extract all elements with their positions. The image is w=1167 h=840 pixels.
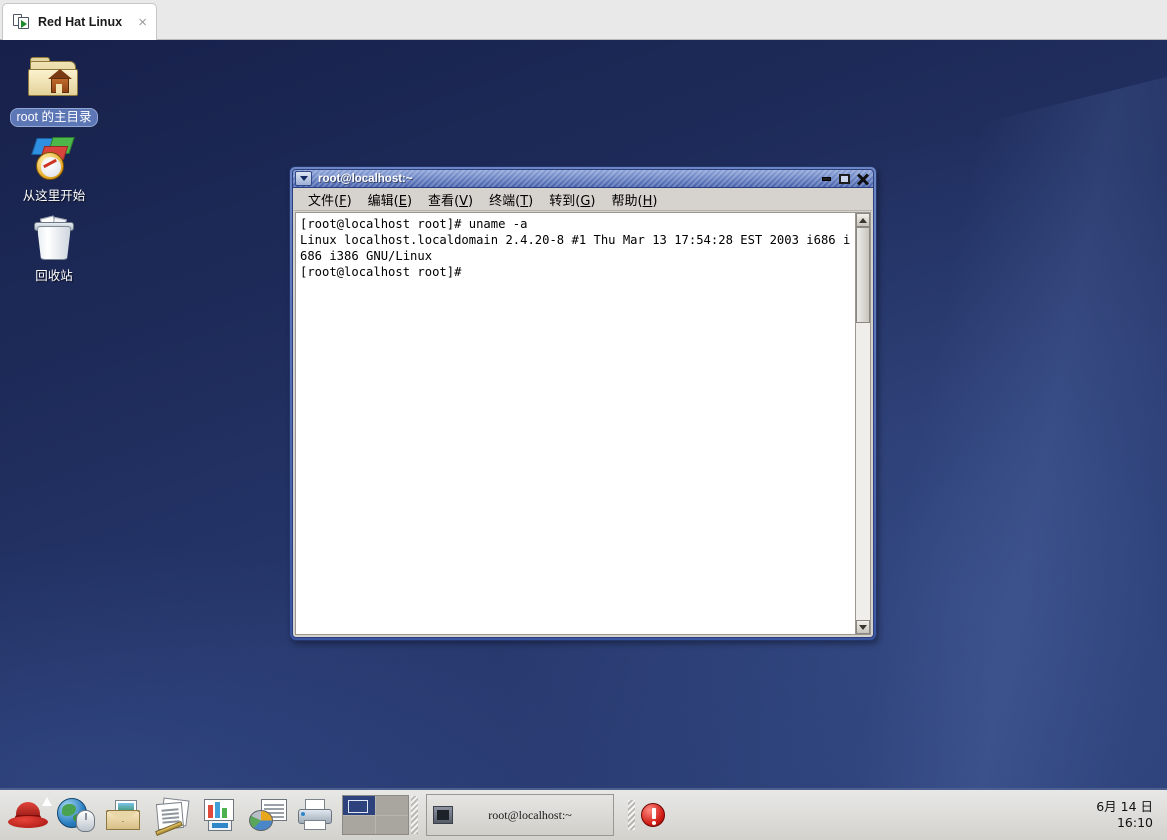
terminal-title: root@localhost:~ bbox=[318, 172, 413, 185]
desktop-icon-label: 回收站 bbox=[35, 269, 73, 283]
spreadsheet-pie-icon bbox=[249, 799, 287, 831]
web-browser-icon bbox=[57, 798, 95, 832]
presentation-chart-icon bbox=[202, 799, 238, 831]
terminal-icon bbox=[433, 806, 453, 824]
terminal-menu-bar: 文件(F) 编辑(E) 查看(V) 终端(T) 转到(G) 帮助(H) bbox=[294, 189, 872, 211]
menu-edit[interactable]: 编辑(E) bbox=[360, 188, 420, 211]
launcher-web-browser[interactable] bbox=[52, 792, 100, 838]
terminal-content: [root@localhost root]# uname -a Linux lo… bbox=[295, 212, 871, 635]
chevron-down-icon[interactable] bbox=[295, 171, 312, 186]
trash-icon bbox=[0, 215, 108, 265]
browser-tab-bar: Red Hat Linux × bbox=[0, 0, 1167, 40]
clock[interactable]: 6月 14 日 16:10 bbox=[1096, 799, 1163, 831]
folder-home-icon bbox=[0, 55, 108, 105]
scrollbar-thumb[interactable] bbox=[856, 227, 870, 323]
launcher-spreadsheet[interactable] bbox=[244, 792, 292, 838]
menu-terminal[interactable]: 终端(T) bbox=[481, 188, 541, 211]
launcher-print-manager[interactable] bbox=[292, 792, 340, 838]
tab-title: Red Hat Linux bbox=[38, 15, 123, 29]
tray-grip[interactable] bbox=[628, 800, 635, 830]
terminal-screen[interactable]: [root@localhost root]# uname -a Linux lo… bbox=[296, 213, 855, 634]
menu-go[interactable]: 转到(G) bbox=[541, 188, 603, 211]
menu-help[interactable]: 帮助(H) bbox=[604, 188, 666, 211]
workspace-switcher[interactable] bbox=[342, 795, 409, 835]
email-icon bbox=[105, 800, 143, 830]
panel-grip[interactable] bbox=[411, 796, 418, 834]
clock-date: 6月 14 日 bbox=[1096, 799, 1153, 814]
terminal-title-bar[interactable]: root@localhost:~ bbox=[292, 169, 874, 188]
desktop-icon-home-folder[interactable]: root 的主目录 bbox=[0, 55, 108, 127]
desktop-icon-label: root 的主目录 bbox=[10, 108, 98, 127]
scrollbar-track[interactable] bbox=[856, 227, 870, 620]
vm-window-icon bbox=[13, 13, 31, 31]
close-icon[interactable]: × bbox=[135, 13, 150, 32]
document-pen-icon bbox=[154, 797, 190, 837]
printer-icon bbox=[297, 799, 335, 831]
desktop-icon-label: 从这里开始 bbox=[22, 189, 86, 203]
menu-view[interactable]: 查看(V) bbox=[420, 188, 481, 211]
launcher-word-processor[interactable] bbox=[148, 792, 196, 838]
scroll-up-button[interactable] bbox=[856, 213, 870, 227]
minimize-button[interactable] bbox=[818, 171, 835, 186]
workspace-2[interactable] bbox=[376, 796, 408, 815]
red-hat-icon bbox=[8, 797, 52, 828]
taskbar: root@localhost:~ 6月 14 日 16:10 bbox=[0, 788, 1167, 840]
workspace-3[interactable] bbox=[343, 815, 375, 834]
launcher-main-menu-redhat[interactable] bbox=[4, 792, 52, 838]
launcher-presentation[interactable] bbox=[196, 792, 244, 838]
desktop-icon-trash[interactable]: 回收站 bbox=[0, 215, 108, 285]
start-here-icon bbox=[0, 135, 108, 185]
scroll-down-button[interactable] bbox=[856, 620, 870, 634]
maximize-button[interactable] bbox=[836, 171, 853, 186]
clock-time: 16:10 bbox=[1116, 815, 1153, 830]
terminal-scrollbar[interactable] bbox=[855, 213, 870, 634]
alert-notifier-icon[interactable] bbox=[641, 803, 665, 827]
desktop[interactable]: root 的主目录 从这里开始 回收站 root@localhost:~ 文件(… bbox=[0, 40, 1167, 788]
launcher-email-client[interactable] bbox=[100, 792, 148, 838]
desktop-icon-start-here[interactable]: 从这里开始 bbox=[0, 135, 108, 205]
taskbar-window-button-terminal[interactable]: root@localhost:~ bbox=[426, 794, 614, 836]
terminal-window[interactable]: root@localhost:~ 文件(F) 编辑(E) 查看(V) 终端(T)… bbox=[289, 166, 877, 641]
workspace-4[interactable] bbox=[376, 815, 408, 834]
close-button[interactable] bbox=[854, 171, 871, 186]
tab-red-hat-linux[interactable]: Red Hat Linux × bbox=[2, 3, 157, 40]
system-tray bbox=[628, 800, 665, 830]
taskbar-window-label: root@localhost:~ bbox=[488, 807, 572, 822]
terminal-body: 文件(F) 编辑(E) 查看(V) 终端(T) 转到(G) 帮助(H) [roo… bbox=[292, 188, 874, 638]
menu-file[interactable]: 文件(F) bbox=[300, 188, 360, 211]
workspace-1[interactable] bbox=[343, 796, 375, 815]
